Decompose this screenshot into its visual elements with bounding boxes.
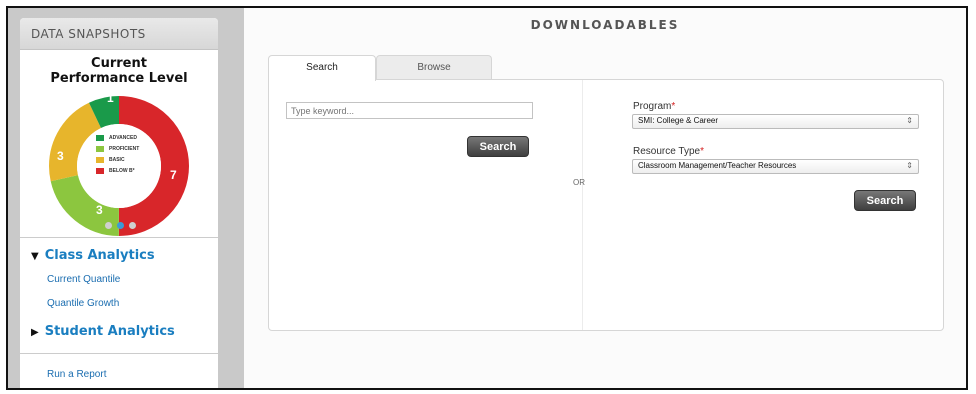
quantile-growth-link[interactable]: Quantile Growth [20,292,218,316]
performance-title-line1: Current [91,56,147,71]
legend-swatch [96,145,104,152]
select-arrows-icon: ⇕ [906,161,913,170]
legend-item-advanced: ADVANCED [96,132,156,143]
class-analytics-toggle[interactable]: ▼ Class Analytics [20,244,218,268]
carousel-dot-2[interactable] [117,222,124,229]
basic-count: 3 [57,149,64,163]
legend-item-proficient: PROFICIENT [96,143,156,154]
student-analytics-toggle[interactable]: ▶ Student Analytics [20,320,218,344]
analytics-nav: ▼ Class Analytics Current Quantile Quanti… [20,238,218,388]
legend-swatch [96,167,104,174]
advanced-count: 1 [107,91,114,105]
current-quantile-link[interactable]: Current Quantile [20,268,218,292]
program-selected-value: SMI: College & Career [638,116,719,125]
program-select[interactable]: SMI: College & Career ⇕ [632,114,919,129]
legend-item-basic: BASIC [96,154,156,165]
resource-type-select[interactable]: Classroom Management/Teacher Resources ⇕ [632,159,919,174]
tab-search[interactable]: Search [268,55,376,81]
carousel-dot-3[interactable] [129,222,136,229]
program-label: Program* [633,101,675,112]
performance-title: Current Performance Level [20,50,218,86]
keyword-search-button[interactable]: Search [467,136,529,157]
required-mark: * [671,101,676,112]
legend-item-below: BELOW B* [96,165,156,176]
run-report-link[interactable]: Run a Report [20,353,218,388]
triangle-down-icon: ▼ [31,251,39,262]
tab-browse[interactable]: Browse [376,55,492,80]
legend-swatch [96,134,104,141]
legend-label: BASIC [109,156,125,163]
triangle-right-icon: ▶ [31,327,39,338]
left-column: DATA SNAPSHOTS Current Performance Level… [8,8,244,388]
program-label-text: Program [633,101,672,112]
keyword-input[interactable] [286,102,533,119]
performance-widget[interactable]: Current Performance Level 1 7 3 3 ADVANC… [20,50,218,238]
column-divider [582,80,583,330]
performance-legend: ADVANCED PROFICIENT BASIC BELOW B* [96,132,156,176]
select-arrows-icon: ⇕ [906,116,913,125]
side-panel: DATA SNAPSHOTS Current Performance Level… [20,18,218,388]
main-content: DOWNLOADABLES Search Browse Search OR Pr… [244,8,966,388]
or-separator: OR [573,178,585,187]
resource-type-selected-value: Classroom Management/Teacher Resources [638,161,797,170]
required-mark: * [700,146,704,157]
legend-label: PROFICIENT [109,145,140,152]
legend-label: ADVANCED [109,134,137,141]
resource-type-label: Resource Type* [633,146,704,157]
legend-swatch [96,156,104,163]
carousel-dot-1[interactable] [105,222,112,229]
data-snapshots-header: DATA SNAPSHOTS [20,18,218,50]
legend-label: BELOW B* [109,167,135,174]
performance-title-line2: Performance Level [50,71,188,86]
proficient-count: 3 [96,203,103,217]
carousel-dots [105,222,136,229]
class-analytics-label: Class Analytics [44,248,155,263]
resource-search-button[interactable]: Search [854,190,916,211]
student-analytics-label: Student Analytics [44,324,175,339]
resource-type-label-text: Resource Type [633,146,701,157]
page-title: DOWNLOADABLES [530,18,680,32]
app-frame: DATA SNAPSHOTS Current Performance Level… [6,6,968,390]
below-count: 7 [170,168,177,182]
search-card: Search OR Program* SMI: College & Career… [268,79,944,331]
